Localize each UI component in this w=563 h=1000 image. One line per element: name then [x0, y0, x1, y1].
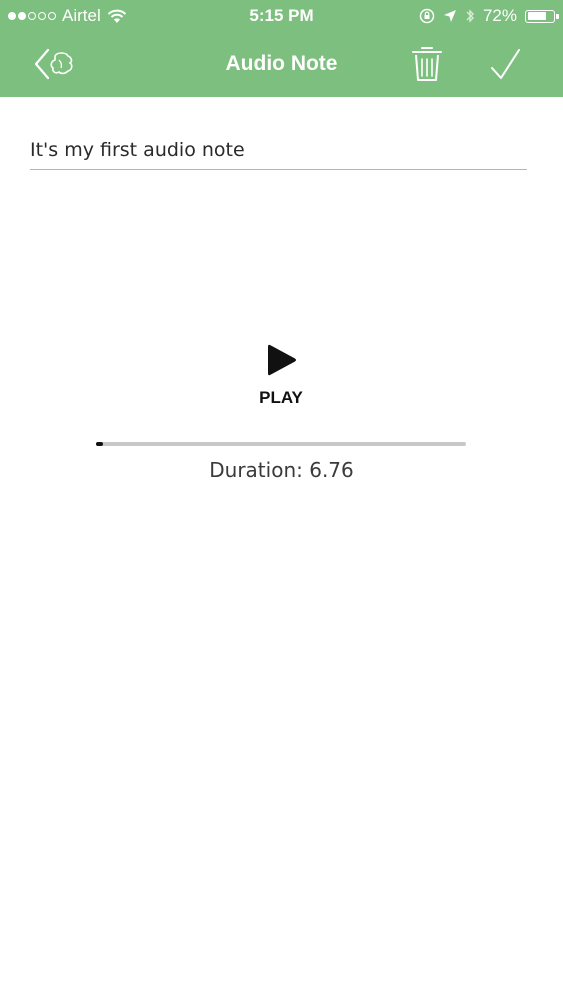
playback-progress-bar[interactable] [96, 442, 466, 446]
battery-percent: 72% [482, 6, 517, 25]
playback-progress-fill [96, 442, 104, 446]
battery-icon [525, 9, 559, 23]
save-button[interactable] [486, 46, 526, 84]
status-right: 72% [419, 6, 559, 26]
note-title-input[interactable] [30, 130, 527, 170]
duration-text: Duration: 6.76 [0, 458, 563, 482]
top-bar: Airtel 5:15 PM 72% Audio Note [0, 0, 563, 97]
location-arrow-icon [443, 10, 456, 22]
status-bar: Airtel 5:15 PM 72% [0, 0, 563, 32]
delete-button[interactable] [410, 44, 444, 84]
duration-value: 6.76 [309, 458, 354, 482]
page-title: Audio Note [225, 52, 338, 75]
play-button[interactable]: PLAY [231, 338, 331, 413]
rotation-lock-icon [419, 8, 435, 24]
duration-label: Duration: [209, 458, 303, 482]
battery-fill [527, 12, 546, 20]
checkmark-icon [491, 49, 520, 79]
audio-note-screen: Airtel 5:15 PM 72% Audio Note It's my fi… [0, 0, 563, 1000]
bluetooth-icon [466, 9, 474, 23]
nav-bar: Audio Note [0, 32, 563, 97]
play-label: PLAY [259, 388, 303, 407]
play-icon [268, 344, 296, 376]
trash-icon [412, 47, 442, 81]
